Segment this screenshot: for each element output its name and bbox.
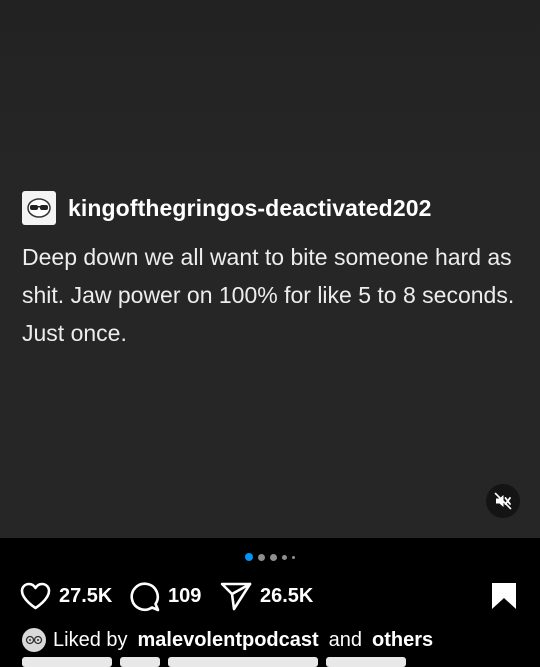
liked-by-joiner: and bbox=[328, 628, 363, 651]
carousel-indicator bbox=[0, 553, 540, 561]
tumblr-avatar bbox=[22, 191, 56, 225]
heart-icon[interactable] bbox=[20, 582, 51, 610]
like-action[interactable]: 27.5K bbox=[20, 576, 112, 616]
share-action[interactable]: 26.5K bbox=[220, 576, 313, 616]
carousel-dot bbox=[258, 553, 265, 561]
comment-bubble-icon[interactable] bbox=[129, 581, 160, 612]
save-action[interactable] bbox=[491, 576, 517, 616]
post-media[interactable]: kingofthegringos-deactivated202 Deep dow… bbox=[0, 0, 540, 538]
bookmark-icon[interactable] bbox=[491, 582, 517, 610]
liker-avatar[interactable] bbox=[22, 628, 46, 652]
post-username: kingofthegringos-deactivated202 bbox=[68, 194, 432, 221]
carousel-dot bbox=[292, 555, 295, 559]
like-count: 27.5K bbox=[59, 584, 113, 607]
paper-plane-icon[interactable] bbox=[220, 581, 252, 611]
carousel-dot-active bbox=[245, 553, 253, 561]
speaker-muted-icon bbox=[494, 492, 512, 510]
media-top-shade bbox=[0, 0, 540, 175]
tumblr-post-header: kingofthegringos-deactivated202 bbox=[22, 191, 432, 225]
mute-button[interactable] bbox=[486, 484, 520, 518]
sunglasses-avatar-icon bbox=[27, 198, 51, 218]
carousel-dot bbox=[282, 554, 287, 560]
liked-by-prefix: Liked by bbox=[53, 628, 128, 651]
liked-by-user[interactable]: malevolentpodcast bbox=[138, 629, 319, 652]
post-action-bar: 27.5K 109 26.5K bbox=[0, 576, 540, 616]
comment-count: 109 bbox=[168, 584, 202, 607]
share-count: 26.5K bbox=[260, 584, 314, 607]
liked-by-row: Liked by malevolentpodcast and others bbox=[22, 628, 433, 652]
liked-by-others[interactable]: others bbox=[372, 629, 433, 652]
comment-action[interactable]: 109 bbox=[129, 576, 201, 616]
caption-cutoff bbox=[22, 657, 442, 667]
liker-avatar-icon bbox=[25, 635, 43, 645]
post-body-text: Deep down we all want to bite someone ha… bbox=[22, 244, 515, 346]
carousel-dot bbox=[270, 553, 277, 561]
